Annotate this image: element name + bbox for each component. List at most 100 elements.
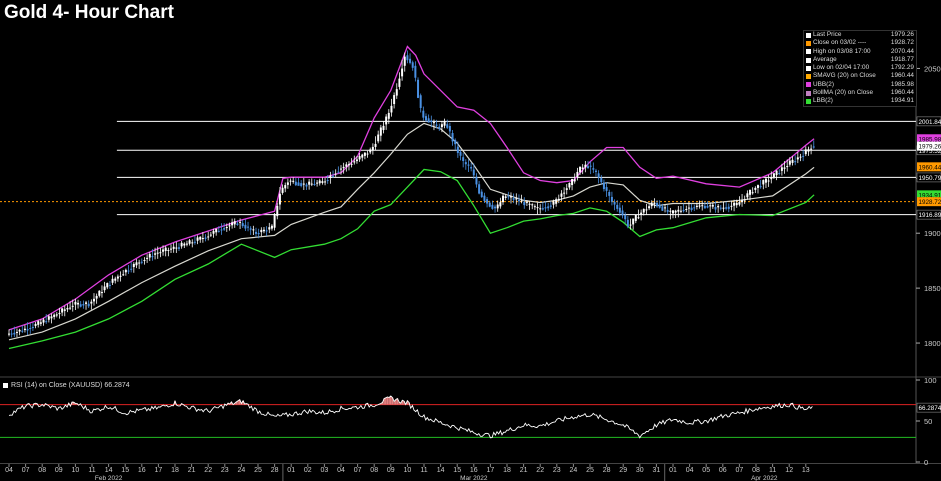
candle-body	[451, 133, 454, 142]
candle-body	[398, 78, 401, 87]
candle-body	[687, 207, 690, 209]
x-tick-label: 15	[121, 467, 129, 474]
candle-body	[499, 202, 502, 207]
candle-body	[502, 195, 505, 203]
candle-body	[395, 89, 398, 96]
x-tick-label: 01	[669, 467, 677, 474]
candle-body	[393, 95, 396, 105]
x-tick-label: 11	[769, 467, 776, 474]
x-tick-label: 16	[138, 467, 146, 474]
x-tick-label: 17	[155, 467, 163, 474]
candle-body	[292, 180, 295, 182]
candle-body	[310, 183, 313, 185]
candle-body	[520, 200, 523, 202]
candle-body	[494, 206, 497, 209]
candle-body	[746, 193, 749, 198]
candle-body	[751, 192, 754, 194]
bollinger-bands	[8, 45, 815, 350]
candle-body	[37, 321, 40, 325]
upper-band-line	[8, 45, 815, 331]
candle-body	[108, 284, 111, 286]
price-tag-label: 1916.89	[919, 212, 941, 219]
candle-body	[193, 241, 196, 243]
candle-body	[533, 206, 536, 208]
candle-body	[679, 210, 682, 212]
candle-body	[63, 309, 66, 311]
y-tick-label: 1900	[924, 229, 941, 238]
x-tick-label: 22	[204, 467, 212, 474]
candle-body	[342, 166, 345, 169]
candle-body	[167, 249, 170, 251]
candle-body	[175, 247, 178, 249]
candle-body	[483, 195, 486, 201]
candle-body	[770, 177, 773, 180]
candle-body	[414, 65, 417, 78]
price-tag-label: 2001.84	[919, 119, 941, 126]
x-tick-label: 24	[238, 467, 246, 474]
candle-body	[775, 170, 778, 176]
legend-label: Close on 03/02 ----	[813, 39, 867, 47]
candle-body	[666, 209, 669, 212]
candle-body	[446, 124, 449, 128]
candle-body	[140, 261, 143, 263]
candle-body	[241, 223, 244, 227]
candle-body	[363, 152, 366, 156]
candle-body	[122, 274, 125, 276]
candle-body	[674, 210, 677, 213]
candle-body	[50, 316, 53, 319]
candle-body	[725, 207, 728, 209]
candle-body	[273, 213, 276, 228]
candle-body	[162, 249, 165, 252]
candle-body	[764, 178, 767, 183]
candle-body	[597, 173, 600, 178]
candle-body	[653, 202, 656, 205]
candle-body	[640, 212, 643, 215]
x-tick-label: 04	[686, 467, 694, 474]
candle-body	[390, 105, 393, 113]
candle-body	[424, 116, 427, 121]
rsi-line	[8, 395, 813, 439]
candle-body	[496, 204, 499, 209]
candle-body	[316, 182, 319, 184]
legend-entry: SMAVG (20) on Close 1960.44	[804, 72, 916, 80]
candle-body	[270, 225, 273, 229]
candle-body	[778, 173, 781, 175]
legend-value: 1918.77	[890, 55, 914, 63]
candle-body	[406, 55, 409, 61]
candle-body	[79, 304, 82, 307]
candle-body	[300, 183, 303, 187]
candle-body	[244, 224, 247, 229]
candle-body	[132, 263, 135, 268]
candle-body	[669, 210, 672, 212]
candle-body	[549, 205, 552, 207]
candle-body	[387, 112, 390, 119]
candle-body	[138, 262, 141, 264]
candle-body	[804, 149, 807, 155]
candle-body	[579, 166, 582, 173]
candle-body	[199, 236, 202, 240]
candle-body	[648, 206, 651, 209]
x-tick-label: 09	[55, 467, 63, 474]
candle-body	[255, 231, 258, 234]
x-tick-label: 05	[702, 467, 710, 474]
candle-body	[672, 210, 674, 214]
legend-entry: BollMA (20) on Close 1960.44	[804, 89, 916, 97]
candle-body	[55, 314, 58, 316]
candle-body	[239, 221, 242, 223]
candle-body	[432, 122, 435, 124]
candle-body	[531, 204, 534, 206]
candle-body	[337, 171, 340, 173]
candle-body	[419, 95, 422, 108]
candle-body	[154, 253, 157, 255]
candle-body	[772, 173, 775, 178]
candle-body	[340, 168, 342, 170]
price-tag-label: 1928.72	[919, 199, 941, 206]
candle-body	[308, 181, 311, 185]
square-icon	[806, 99, 811, 105]
candle-body	[95, 295, 98, 299]
candle-body	[709, 205, 712, 207]
candle-body	[18, 329, 21, 332]
x-tick-label: 07	[736, 467, 744, 474]
candle-body	[92, 298, 95, 302]
candle-body	[733, 202, 736, 206]
